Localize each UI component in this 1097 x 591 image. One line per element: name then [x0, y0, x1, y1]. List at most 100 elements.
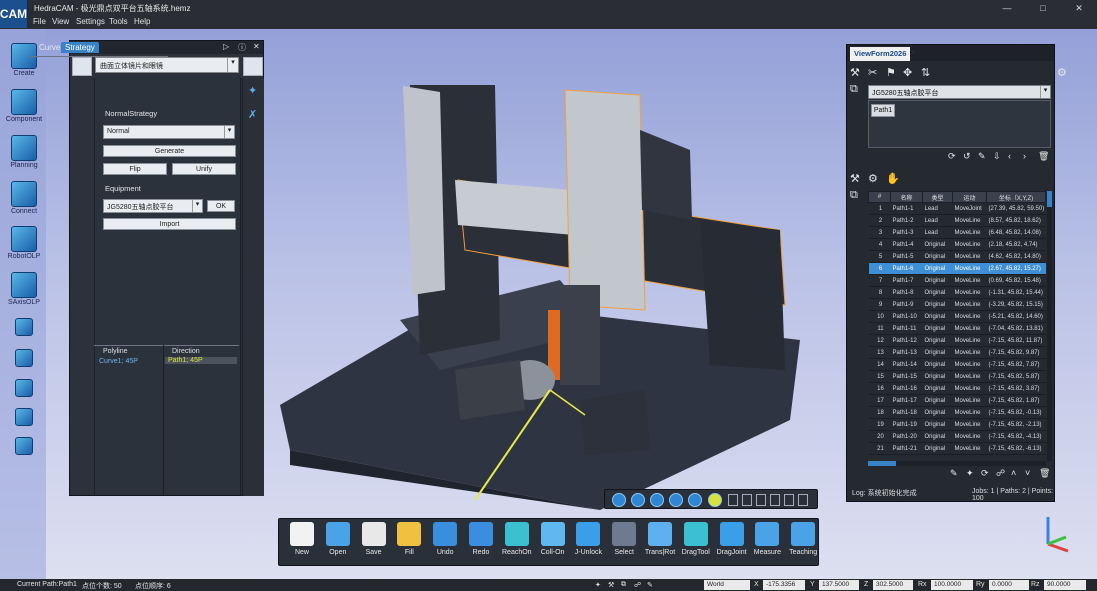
view-back-icon[interactable] — [742, 494, 752, 506]
table-row[interactable]: 2 Path1-2 Lead MoveLine (8.57, 45.82, 18.62) — [868, 214, 1046, 227]
check-button[interactable] — [708, 493, 722, 507]
tab-strategy[interactable]: Strategy — [61, 42, 99, 53]
play-icon[interactable]: ▷ — [223, 42, 229, 51]
minimize-icon[interactable]: — — [989, 0, 1025, 16]
teaching-button[interactable]: Teaching — [783, 522, 823, 556]
dragtool-button[interactable]: DragTool — [676, 522, 716, 556]
link-icon[interactable]: ☍ — [996, 468, 1005, 479]
edit-icon[interactable]: ✎ — [978, 151, 986, 162]
view-left-icon[interactable] — [756, 494, 766, 506]
table-row[interactable]: 19 Path1-19 Original MoveLine (-7.15, 45.82,… — [868, 418, 1046, 431]
path-item[interactable]: Path1 — [871, 104, 895, 117]
view-top-icon[interactable] — [784, 494, 794, 506]
table-row[interactable]: 3 Path1-3 Lead MoveLine (6.48, 45.82, 14.08) — [868, 226, 1046, 239]
coll-on-button[interactable]: Coll-On — [533, 522, 573, 556]
col-motion[interactable]: 运动 — [952, 191, 987, 203]
point-tool-icon[interactable]: ⚒ — [850, 172, 860, 185]
table-horizontal-scrollbar[interactable] — [868, 461, 1046, 466]
flip-button[interactable]: Flip — [103, 163, 167, 175]
menu-settings[interactable]: Settings — [76, 17, 105, 26]
table-row[interactable]: 5 Path1-5 Original MoveLine (4.62, 45.82, 14… — [868, 250, 1046, 263]
measure-button[interactable]: Measure — [747, 522, 787, 556]
table-row[interactable]: 21 Path1-21 Original MoveLine (-7.15, 45.82,… — [868, 442, 1046, 455]
speed-button[interactable] — [688, 493, 702, 507]
table-row[interactable]: 15 Path1-15 Original MoveLine (-7.15, 45.82,… — [868, 370, 1046, 383]
refresh-icon[interactable]: ⟳ — [948, 151, 956, 162]
robot-icon[interactable]: ⚙ — [868, 172, 878, 185]
polyline-value[interactable]: Curve1; 45P — [99, 358, 138, 365]
menu-view[interactable]: View — [52, 17, 69, 26]
col-type[interactable]: 类型 — [922, 191, 953, 203]
trans-rot-button[interactable]: Trans|Rot — [640, 522, 680, 556]
normal-strategy-select[interactable]: Normal ▾ — [103, 125, 235, 139]
menu-tools[interactable]: Tools — [109, 17, 128, 26]
status-icon-5[interactable]: ✎ — [647, 581, 653, 589]
table-row[interactable]: 13 Path1-13 Original MoveLine (-7.15, 45.82,… — [868, 346, 1046, 359]
chevron-down-icon[interactable]: ˅ — [1025, 468, 1030, 478]
chevron-left-icon[interactable]: ‹ — [1008, 151, 1011, 161]
col-coord[interactable]: 坐标（X,Y,Z) — [986, 191, 1046, 203]
chevron-right-icon[interactable]: › — [1023, 151, 1026, 161]
route-point-icon[interactable]: ✦ — [966, 468, 974, 479]
view-bottom-icon[interactable] — [798, 494, 808, 506]
x-field[interactable]: -175.3356 — [763, 580, 805, 590]
loop-button[interactable] — [650, 493, 664, 507]
j-unlock-button[interactable]: J-Unlock — [568, 522, 608, 556]
timer-button[interactable] — [669, 493, 683, 507]
table-row[interactable]: 17 Path1-17 Original MoveLine (-7.15, 45.82,… — [868, 394, 1046, 407]
table-vertical-scrollbar[interactable] — [1047, 191, 1052, 461]
pick-icon[interactable]: ✦ — [248, 84, 257, 97]
equipment-path-select[interactable]: JG5280五轴点胶平台 ▾ — [868, 85, 1051, 99]
table-row[interactable]: 6 Path1-6 Original MoveLine (2.67, 45.82, 15… — [868, 262, 1046, 275]
tool-button-7[interactable] — [4, 318, 44, 336]
machine-3d-model[interactable] — [280, 70, 820, 510]
col-index[interactable]: # — [868, 191, 891, 203]
status-icon-3[interactable]: ⧉ — [621, 581, 626, 589]
unify-button[interactable]: Unify — [172, 163, 236, 175]
table-row[interactable]: 10 Path1-10 Original MoveLine (-5.21, 45.82,… — [868, 310, 1046, 323]
col-name[interactable]: 名称 — [890, 191, 923, 203]
status-icon-1[interactable]: ✦ — [595, 581, 601, 589]
play-button[interactable] — [612, 493, 626, 507]
tool-button-8[interactable] — [4, 349, 44, 367]
maximize-icon[interactable]: □ — [1025, 0, 1061, 16]
copy-points-icon[interactable]: ⧉ — [850, 189, 858, 202]
rz-field[interactable]: 90.0000 — [1044, 580, 1086, 590]
hand-icon[interactable]: ✋ — [886, 172, 900, 185]
tab-curve[interactable]: Curve — [35, 42, 64, 53]
table-row[interactable]: 14 Path1-14 Original MoveLine (-7.15, 45.82,… — [868, 358, 1046, 371]
planning-button[interactable]: Planning — [4, 135, 44, 169]
y-field[interactable]: 137.5000 — [819, 580, 859, 590]
fill-button[interactable]: Fill — [389, 522, 429, 556]
settings-icon[interactable]: ⚙ — [1057, 66, 1067, 79]
redo-button[interactable]: Redo — [461, 522, 501, 556]
edit-point-icon[interactable]: ✎ — [950, 468, 958, 479]
tool-button-9[interactable] — [4, 379, 44, 397]
table-row[interactable]: 18 Path1-18 Original MoveLine (-7.15, 45.82,… — [868, 406, 1046, 419]
pick-surface-icon[interactable] — [243, 57, 263, 76]
direction-value[interactable]: Path1; 45P — [165, 357, 237, 364]
route-icon[interactable]: ↺ — [963, 151, 971, 162]
table-row[interactable]: 9 Path1-9 Original MoveLine (-3.29, 45.82, 1… — [868, 298, 1046, 311]
status-icon-4[interactable]: ☍ — [634, 581, 641, 589]
new-button[interactable]: New — [282, 522, 322, 556]
table-row[interactable]: 20 Path1-20 Original MoveLine (-7.15, 45.82,… — [868, 430, 1046, 443]
scroll-thumb[interactable] — [868, 461, 896, 466]
table-row[interactable]: 16 Path1-16 Original MoveLine (-7.15, 45.82,… — [868, 382, 1046, 395]
connect-button[interactable]: Connect — [4, 181, 44, 215]
move-icon[interactable]: ✥ — [903, 66, 912, 79]
refresh-points-icon[interactable]: ⟳ — [981, 468, 989, 479]
copy-icon[interactable]: ⧉ — [850, 83, 858, 96]
ry-field[interactable]: 0.0000 — [989, 580, 1029, 590]
surface-select[interactable]: 曲面立体镜片和眼镜 ▾ — [95, 57, 239, 73]
chevron-up-icon[interactable]: ˄ — [1011, 468, 1016, 478]
coord-frame-select[interactable]: World — [704, 580, 750, 590]
reachon-button[interactable]: ReachOn — [497, 522, 537, 556]
status-icon-2[interactable]: ⚒ — [608, 581, 614, 589]
import-button[interactable]: Import — [103, 218, 236, 230]
save-button[interactable]: Save — [354, 522, 394, 556]
table-row[interactable]: 7 Path1-7 Original MoveLine (0.69, 45.82, 15… — [868, 274, 1046, 287]
scroll-thumb[interactable] — [1047, 191, 1052, 207]
scissors-icon[interactable]: ✂ — [868, 66, 877, 79]
table-row[interactable]: 11 Path1-11 Original MoveLine (-7.04, 45.82,… — [868, 322, 1046, 335]
